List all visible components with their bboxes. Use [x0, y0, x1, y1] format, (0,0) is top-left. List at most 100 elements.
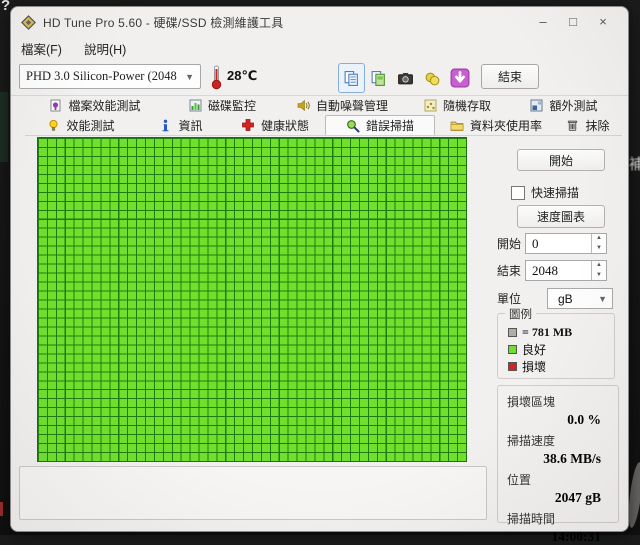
tab-erase[interactable]: 抹除: [557, 115, 619, 135]
screenshot-button[interactable]: [392, 63, 419, 93]
camera-icon: [397, 70, 414, 87]
app-icon: [21, 15, 36, 30]
bottom-panel: [19, 466, 487, 520]
spin-down-icon[interactable]: ▼: [592, 244, 606, 254]
minimize-button[interactable]: –: [528, 7, 558, 37]
scan-speed-value: 38.6 MB/s: [507, 451, 609, 467]
spinner[interactable]: ▲▼: [591, 234, 606, 253]
tab-label: 健康狀態: [261, 117, 309, 134]
tab-label: 額外測試: [549, 97, 597, 114]
tab-label: 效能測試: [66, 117, 114, 134]
tab-label: 資訊: [178, 117, 202, 134]
health-cross-icon: [241, 118, 255, 132]
toolbar-icons: [338, 63, 473, 93]
unit-value: gB: [548, 292, 598, 306]
menu-help[interactable]: 說明(H): [84, 39, 126, 58]
tab-extra-tests[interactable]: 額外測試: [510, 95, 618, 115]
tab-label: 自動噪聲管理: [316, 97, 388, 114]
scan-end-label: 結束: [497, 262, 525, 279]
damaged-swatch: [508, 362, 517, 371]
damaged-blocks-label: 損壞區塊: [507, 393, 609, 410]
tab-file-benchmark[interactable]: 檔案效能測試: [25, 95, 165, 115]
scan-end-input[interactable]: 2048 ▲▼: [525, 260, 607, 281]
start-scan-button[interactable]: 開始: [517, 149, 605, 171]
quick-scan-label: 快速掃描: [531, 184, 579, 201]
unit-label: 單位: [497, 290, 547, 307]
unit-select[interactable]: gB ▼: [547, 288, 613, 309]
tab-folder-usage[interactable]: 資料夾使用率: [435, 115, 557, 135]
spin-down-icon[interactable]: ▼: [592, 271, 606, 281]
exit-button[interactable]: 結束: [481, 64, 539, 89]
speaker-icon: [297, 99, 310, 112]
random-access-icon: [424, 99, 437, 112]
tab-label: 檔案效能測試: [68, 97, 140, 114]
speed-map-button[interactable]: 速度圖表: [517, 205, 605, 228]
good-swatch: [508, 345, 517, 354]
tab-disk-monitor[interactable]: 磁碟監控: [165, 95, 280, 115]
copy-image-icon: [370, 70, 387, 87]
quick-scan-row: 快速掃描: [511, 184, 579, 201]
tab-row-2: 效能測試 資訊 健康狀態 錯誤掃描 資料夾使用率: [25, 115, 622, 136]
copy-text-button[interactable]: [338, 63, 365, 93]
extra-tests-icon: [530, 99, 543, 112]
status-box: 損壞區塊 0.0 % 掃描速度 38.6 MB/s 位置 2047 gB 掃描時…: [497, 385, 619, 523]
legend-box: 圖例 = 781 MB 良好 損壞: [497, 313, 615, 379]
disk-monitor-icon: [189, 99, 202, 112]
block-swatch: [508, 328, 517, 337]
photo-red-sliver: [0, 502, 3, 516]
copy-image-button[interactable]: [365, 63, 392, 93]
window-title: HD Tune Pro 5.60 - 硬碟/SSD 檢測維護工具: [43, 14, 283, 31]
photo-left-accent: [0, 92, 8, 162]
maximize-button[interactable]: □: [558, 7, 588, 37]
good-label: 良好: [522, 341, 546, 358]
tab-label: 隨機存取: [443, 97, 491, 114]
tab-info[interactable]: 資訊: [137, 115, 225, 135]
copy-text-icon: [343, 70, 360, 87]
magnifier-icon: [346, 119, 360, 133]
scan-end-value: 2048: [526, 263, 591, 279]
menu-bar: 檔案(F) 說明(H): [11, 37, 628, 59]
scan-end-row: 結束 2048 ▲▼: [497, 260, 607, 281]
menu-file[interactable]: 檔案(F): [21, 39, 62, 58]
title-bar: HD Tune Pro 5.60 - 硬碟/SSD 檢測維護工具 – □ ×: [11, 7, 628, 37]
tab-label: 抹除: [585, 117, 609, 134]
damaged-blocks-value: 0.0 %: [507, 412, 609, 428]
scan-time-value: 14:00:31: [507, 529, 609, 545]
position-value: 2047 gB: [507, 490, 609, 506]
position-label: 位置: [507, 471, 609, 488]
scan-start-value: 0: [526, 236, 591, 252]
spin-up-icon[interactable]: ▲: [592, 234, 606, 244]
block-size-text: = 781 MB: [522, 325, 572, 340]
save-button[interactable]: [419, 63, 446, 93]
coins-icon: [424, 70, 441, 87]
spin-up-icon[interactable]: ▲: [592, 261, 606, 271]
tab-random-access[interactable]: 隨機存取: [405, 95, 510, 115]
quick-scan-checkbox[interactable]: [511, 186, 525, 200]
tab-label: 磁碟監控: [208, 97, 256, 114]
tab-error-scan[interactable]: 錯誤掃描: [325, 115, 435, 135]
scan-grid: [37, 137, 467, 462]
spinner[interactable]: ▲▼: [591, 261, 606, 280]
legend-title: 圖例: [505, 306, 536, 322]
close-button[interactable]: ×: [588, 7, 618, 37]
scroll-down-button[interactable]: [446, 63, 473, 93]
scan-start-input[interactable]: 0 ▲▼: [525, 233, 607, 254]
tab-health[interactable]: 健康狀態: [225, 115, 325, 135]
legend-block-size: = 781 MB: [508, 325, 614, 339]
scan-start-label: 開始: [497, 235, 525, 252]
drive-select[interactable]: PHD 3.0 Silicon-Power (2048 gB) ▼: [19, 64, 201, 89]
photo-corner-text: ?: [1, 0, 10, 14]
photo-edge-glyph: 補: [629, 153, 640, 174]
chevron-down-icon: ▼: [179, 72, 200, 82]
thermometer-icon: [210, 64, 223, 95]
file-benchmark-icon: [49, 99, 62, 112]
down-arrow-icon: [450, 68, 470, 88]
folder-icon: [450, 119, 464, 132]
tab-benchmark[interactable]: 效能測試: [25, 115, 137, 135]
toolbar: PHD 3.0 Silicon-Power (2048 gB) ▼ 28℃: [11, 59, 628, 96]
temperature-value: 28℃: [227, 68, 257, 84]
damaged-label: 損壞: [522, 358, 546, 375]
info-icon: [159, 119, 172, 132]
app-window: HD Tune Pro 5.60 - 硬碟/SSD 檢測維護工具 – □ × 檔…: [10, 6, 629, 532]
tab-aam[interactable]: 自動噪聲管理: [280, 95, 405, 115]
